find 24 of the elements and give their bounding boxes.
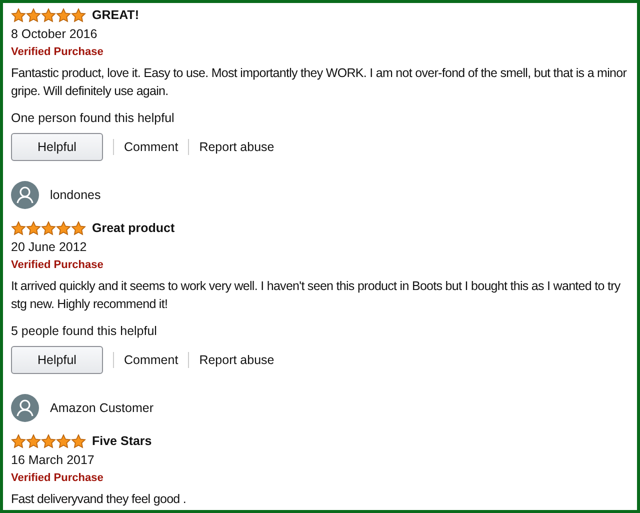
helpful-count: 5 people found this helpful	[11, 323, 158, 340]
helpful-button[interactable]: Helpful	[11, 346, 103, 374]
comment-link[interactable]: Comment	[124, 350, 178, 370]
review-date: 8 October 2016	[11, 26, 98, 43]
verified-purchase-label: Verified Purchase	[11, 45, 104, 60]
verified-purchase-label: Verified Purchase	[11, 471, 104, 486]
review-title: Five Stars	[92, 432, 152, 450]
helpful-count: One person found this helpful	[11, 110, 176, 127]
review-title: GREAT!	[92, 6, 139, 24]
review-date: 20 June 2012	[11, 239, 88, 256]
report-abuse-link[interactable]: Report abuse	[199, 350, 274, 370]
review-date: 16 March 2017	[11, 452, 96, 469]
review-text: It arrived quickly and it seems to work very well. I haven't seen this product in Boots but I bought this as I wanted to try stg new. Highly recommend it!	[11, 278, 622, 313]
verified-purchase-label: Verified Purchase	[11, 258, 104, 273]
review-title: Great product	[92, 220, 175, 237]
avatar-icon	[11, 394, 39, 422]
review-text: Fast deliveryvand they feel good .	[11, 491, 188, 508]
avatar-icon	[11, 181, 39, 209]
reviewer-name: londones	[50, 186, 101, 204]
reviewer-name: Amazon Customer	[50, 400, 154, 417]
review-text: Fantastic product, love it. Easy to use. Most importantly they WORK. I am not over-fond of the smell, but that is a minor gripe. Will definitely use again.	[11, 65, 628, 100]
helpful-button[interactable]: Helpful	[11, 133, 103, 161]
comment-link[interactable]: Comment	[124, 138, 178, 156]
report-abuse-link[interactable]: Report abuse	[199, 138, 274, 156]
